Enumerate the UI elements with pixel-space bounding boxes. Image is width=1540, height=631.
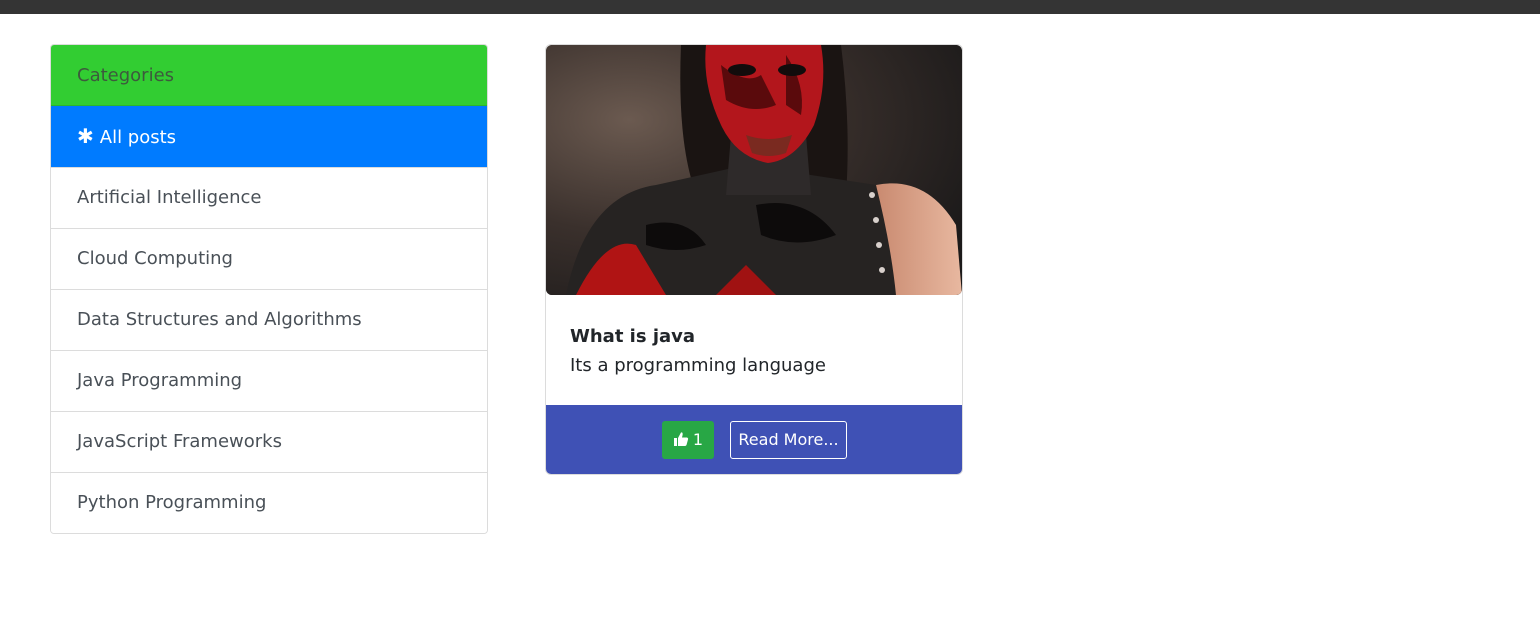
category-item-artificial-intelligence[interactable]: Artificial Intelligence (51, 167, 487, 228)
thumbs-up-icon (673, 432, 689, 446)
category-item-javascript-frameworks[interactable]: JavaScript Frameworks (51, 411, 487, 472)
post-card: What is java Its a programming language … (545, 44, 963, 475)
category-item-python-programming[interactable]: Python Programming (51, 472, 487, 533)
category-all-posts-label: All posts (99, 127, 177, 148)
read-more-button[interactable]: Read More... (730, 421, 847, 459)
like-button[interactable]: 1 (662, 421, 714, 459)
post-footer: 1 Read More... (546, 405, 962, 474)
post-description: Its a programming language (570, 355, 826, 376)
categories-list: Categories ✱ All posts Artificial Intelli… (50, 44, 488, 534)
category-item-java-programming[interactable]: Java Programming (51, 350, 487, 411)
top-navbar (0, 0, 1540, 14)
category-item-dsa[interactable]: Data Structures and Algorithms (51, 289, 487, 350)
post-title: What is java (570, 326, 696, 347)
category-item-cloud-computing[interactable]: Cloud Computing (51, 228, 487, 289)
post-image (546, 45, 962, 295)
like-count: 1 (692, 430, 704, 449)
post-body: What is java Its a programming language (570, 323, 940, 381)
asterisk-icon: ✱ (77, 124, 94, 148)
categories-header: Categories (51, 45, 487, 106)
category-all-posts[interactable]: ✱ All posts (51, 106, 487, 167)
